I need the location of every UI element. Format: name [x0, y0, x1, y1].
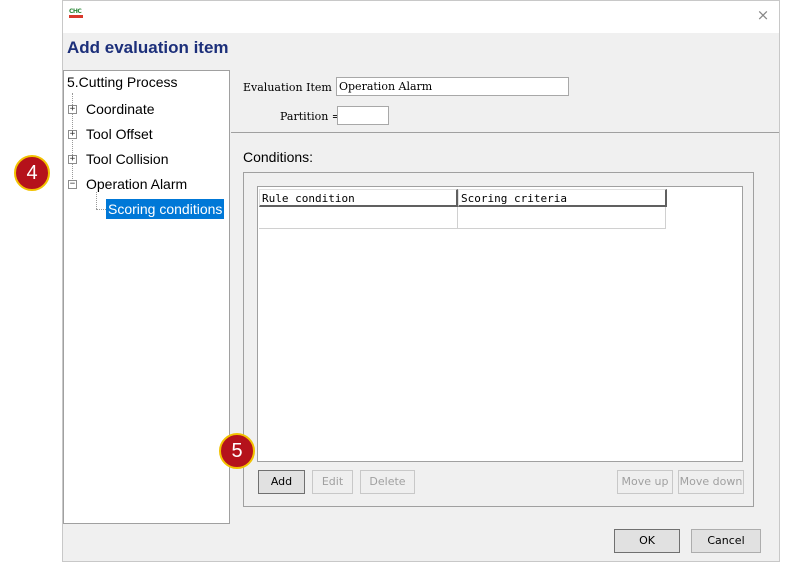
tree-item-tool-offset[interactable]: Tool Offset: [86, 124, 153, 144]
title-bar: CHC ×: [63, 1, 779, 33]
tree-item-coordinate[interactable]: Coordinate: [86, 99, 155, 119]
step-4-callout: 4: [14, 155, 50, 191]
expand-tool-offset-icon[interactable]: +: [68, 130, 77, 139]
app-logo-icon: CHC: [69, 9, 83, 19]
tree-item-tool-collision[interactable]: Tool Collision: [86, 149, 168, 169]
partition-label: Partition =: [280, 110, 342, 123]
step-5-callout: 5: [219, 433, 255, 469]
edit-button[interactable]: Edit: [312, 470, 353, 494]
move-up-button[interactable]: Move up: [617, 470, 673, 494]
move-down-button[interactable]: Move down: [678, 470, 744, 494]
ok-button[interactable]: OK: [614, 529, 680, 553]
add-button[interactable]: Add: [258, 470, 305, 494]
cancel-button[interactable]: Cancel: [691, 529, 761, 553]
tree-root-cutting-process[interactable]: 5.Cutting Process: [67, 72, 178, 92]
expand-coordinate-icon[interactable]: +: [68, 105, 77, 114]
column-header-scoring-criteria[interactable]: Scoring criteria: [458, 189, 667, 207]
tree-item-scoring-conditions[interactable]: Scoring conditions: [106, 199, 225, 219]
evaluation-item-input[interactable]: Operation Alarm: [336, 77, 569, 96]
section-divider: [231, 132, 779, 133]
tree-item-operation-alarm[interactable]: Operation Alarm: [86, 174, 187, 194]
app-logo-text: CHC: [69, 8, 82, 15]
add-evaluation-item-dialog: CHC × Add evaluation item 5.Cutting Proc…: [62, 0, 780, 562]
evaluation-tree[interactable]: 5.Cutting Process + Coordinate + Tool Of…: [63, 70, 230, 524]
evaluation-item-label: Evaluation Item =: [243, 81, 345, 94]
conditions-grid[interactable]: Rule condition Scoring criteria: [257, 186, 743, 462]
expand-tool-collision-icon[interactable]: +: [68, 155, 77, 164]
table-cell-scoring-criteria[interactable]: [458, 207, 666, 229]
delete-button[interactable]: Delete: [360, 470, 415, 494]
partition-input[interactable]: [337, 106, 389, 125]
conditions-group: Rule condition Scoring criteria Add Edit…: [243, 172, 754, 507]
collapse-operation-alarm-icon[interactable]: −: [68, 180, 77, 189]
dialog-title: Add evaluation item: [67, 38, 229, 57]
column-header-rule-condition[interactable]: Rule condition: [259, 189, 458, 207]
close-icon[interactable]: ×: [755, 7, 771, 23]
table-cell-rule-condition[interactable]: [259, 207, 458, 229]
conditions-label: Conditions:: [243, 149, 314, 165]
